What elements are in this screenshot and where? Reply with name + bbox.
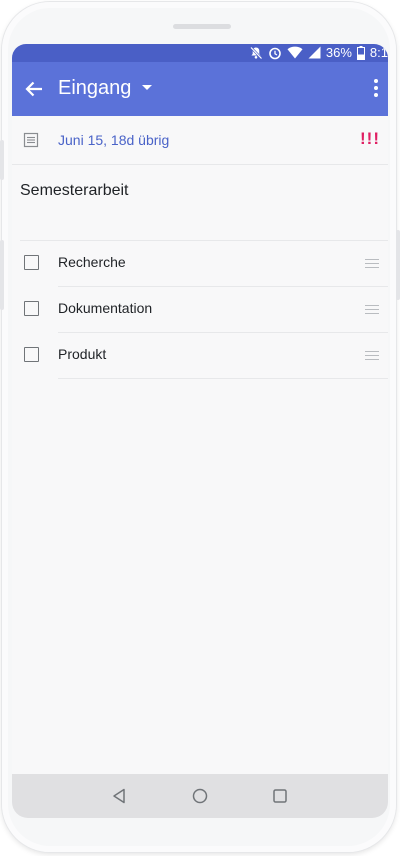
drag-handle-icon[interactable] — [365, 351, 379, 361]
side-button — [0, 240, 4, 310]
subtask-checkbox[interactable] — [24, 255, 39, 270]
drag-handle-icon[interactable] — [365, 259, 379, 269]
due-date-text[interactable]: Juni 15, 18d übrig — [58, 132, 169, 148]
divider — [58, 378, 388, 379]
drag-handle-icon[interactable] — [365, 305, 379, 315]
signal-icon — [308, 46, 321, 59]
list-title[interactable]: Eingang — [58, 77, 131, 100]
subtask-checkbox[interactable] — [24, 301, 39, 316]
subtask-label[interactable]: Recherche — [58, 254, 126, 270]
side-button — [396, 230, 400, 300]
list-item[interactable]: Produkt — [12, 333, 388, 379]
task-title[interactable]: Semesterarbeit — [20, 182, 129, 200]
battery-icon — [356, 45, 365, 60]
back-arrow-icon[interactable] — [22, 77, 46, 101]
subtask-label[interactable]: Dokumentation — [58, 300, 152, 316]
list-item[interactable]: Recherche — [12, 241, 388, 287]
due-date-row[interactable]: Juni 15, 18d übrig !!! — [12, 116, 388, 165]
subtask-checkbox[interactable] — [24, 347, 39, 362]
notes-icon — [23, 132, 39, 148]
speaker-grille — [173, 24, 231, 29]
subtask-label[interactable]: Produkt — [58, 346, 106, 362]
nav-home-icon[interactable] — [188, 784, 212, 808]
status-time: 8:1 — [369, 45, 388, 60]
status-bar: 36% 8:1 — [12, 44, 388, 62]
app-bar: Eingang — [12, 62, 388, 116]
dropdown-caret-icon[interactable] — [142, 85, 152, 90]
priority-indicator[interactable]: !!! — [360, 129, 380, 149]
more-vert-icon[interactable] — [370, 76, 382, 102]
screen: 36% 8:1 Eingang Juni 15, 18d übrig !!! S… — [12, 44, 388, 818]
wifi-icon — [287, 46, 303, 59]
mute-icon — [249, 46, 263, 60]
system-nav-bar — [12, 774, 388, 818]
nav-back-icon[interactable] — [108, 784, 132, 808]
side-button — [0, 140, 4, 180]
battery-percent: 36% — [325, 45, 352, 60]
alarm-icon — [268, 46, 282, 60]
list-item[interactable]: Dokumentation — [12, 287, 388, 333]
nav-recents-icon[interactable] — [268, 784, 292, 808]
